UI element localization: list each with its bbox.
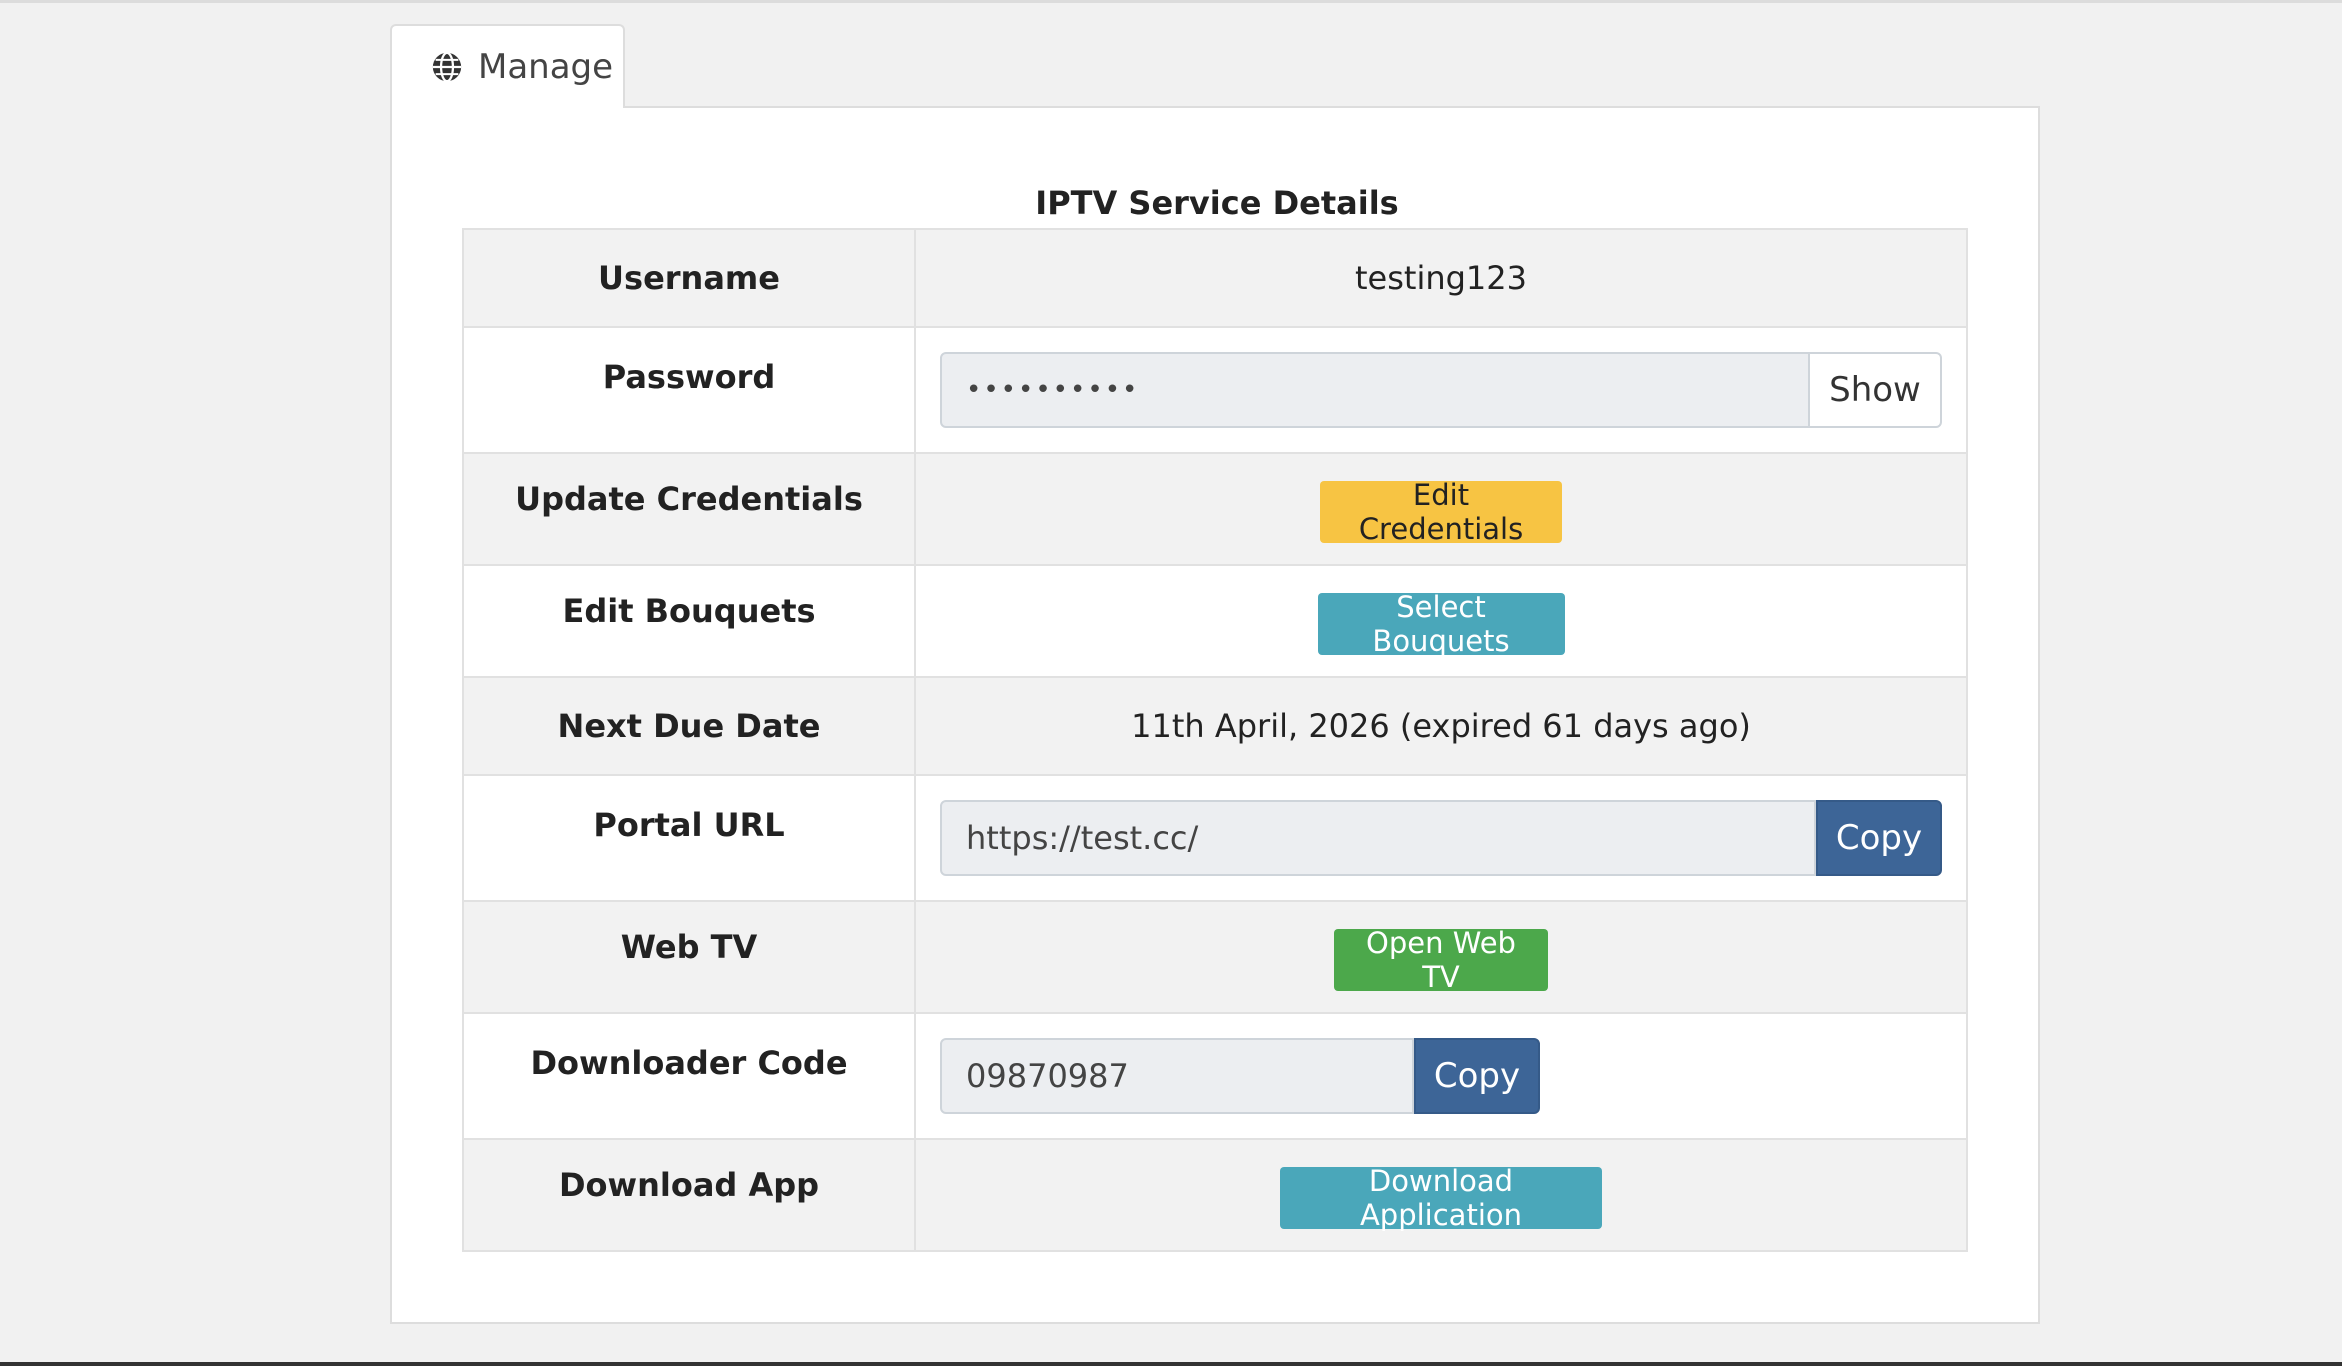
downloader-code-cell: 09870987 Copy <box>914 1012 1968 1140</box>
copy-downloader-code-button[interactable]: Copy <box>1414 1038 1540 1114</box>
top-border <box>0 0 2342 3</box>
bouquets-cell: Select Bouquets <box>914 564 1968 678</box>
service-details-table: Username testing123 Password •••••••••• … <box>462 228 1968 1252</box>
download-app-cell: Download Application <box>914 1138 1968 1252</box>
tab-manage[interactable]: Manage <box>390 24 625 108</box>
web-tv-cell: Open Web TV <box>914 900 1968 1014</box>
due-date-value: 11th April, 2026 (expired 61 days ago) <box>914 676 1968 776</box>
row-download-app: Download App Download Application <box>462 1138 1968 1252</box>
portal-url-input-group: https://test.cc/ Copy <box>916 800 1966 876</box>
manage-panel: IPTV Service Details Username testing123… <box>390 106 2040 1324</box>
credentials-label: Update Credentials <box>462 452 916 566</box>
downloader-code-field[interactable]: 09870987 <box>940 1038 1414 1114</box>
download-app-label: Download App <box>462 1138 916 1252</box>
row-web-tv: Web TV Open Web TV <box>462 900 1968 1014</box>
edit-credentials-button[interactable]: Edit Credentials <box>1320 478 1562 546</box>
credentials-cell: Edit Credentials <box>914 452 1968 566</box>
row-username: Username testing123 <box>462 228 1968 328</box>
password-input-group: •••••••••• Show <box>916 352 1966 428</box>
portal-url-label: Portal URL <box>462 774 916 902</box>
web-tv-label: Web TV <box>462 900 916 1014</box>
downloader-code-label: Downloader Code <box>462 1012 916 1140</box>
username-value: testing123 <box>914 228 1968 328</box>
copy-portal-url-button[interactable]: Copy <box>1816 800 1942 876</box>
row-bouquets: Edit Bouquets Select Bouquets <box>462 564 1968 678</box>
password-cell: •••••••••• Show <box>914 326 1968 454</box>
row-due-date: Next Due Date 11th April, 2026 (expired … <box>462 676 1968 776</box>
portal-url-cell: https://test.cc/ Copy <box>914 774 1968 902</box>
bottom-border <box>0 1362 2342 1366</box>
username-label: Username <box>462 228 916 328</box>
row-password: Password •••••••••• Show <box>462 326 1968 454</box>
globe-icon <box>432 51 462 83</box>
tab-manage-label: Manage <box>478 47 614 87</box>
row-credentials: Update Credentials Edit Credentials <box>462 452 1968 566</box>
password-field[interactable]: •••••••••• <box>940 352 1810 428</box>
open-web-tv-button[interactable]: Open Web TV <box>1334 926 1548 994</box>
select-bouquets-button[interactable]: Select Bouquets <box>1317 590 1565 658</box>
bouquets-label: Edit Bouquets <box>462 564 916 678</box>
due-date-label: Next Due Date <box>462 676 916 776</box>
download-application-button[interactable]: Download Application <box>1280 1164 1602 1232</box>
portal-url-field[interactable]: https://test.cc/ <box>940 800 1816 876</box>
row-downloader-code: Downloader Code 09870987 Copy <box>462 1012 1968 1140</box>
page-title: IPTV Service Details <box>1035 184 1399 222</box>
downloader-code-input-group: 09870987 Copy <box>916 1038 1966 1114</box>
show-password-button[interactable]: Show <box>1810 352 1942 428</box>
password-label: Password <box>462 326 916 454</box>
row-portal-url: Portal URL https://test.cc/ Copy <box>462 774 1968 902</box>
